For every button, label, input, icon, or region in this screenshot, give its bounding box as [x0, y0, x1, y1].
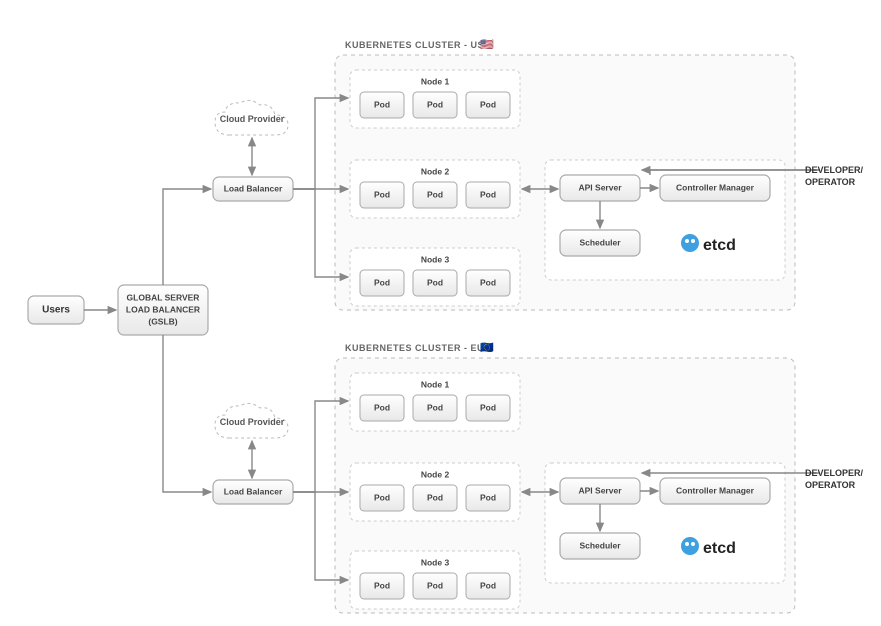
- controller-manager-us-label: Controller Manager: [676, 182, 755, 192]
- svg-text:Pod: Pod: [427, 189, 443, 199]
- svg-text:Pod: Pod: [427, 277, 443, 287]
- node-1-us-label: Node 1: [421, 76, 450, 86]
- cluster-eu: KUBERNETES CLUSTER - EU 🇪🇺 Cloud Provide…: [163, 335, 864, 613]
- node-1-eu: Node 1 Pod Pod Pod: [350, 373, 520, 431]
- flag-us-icon: 🇺🇸: [480, 38, 494, 51]
- gslb-line3: (GSLB): [148, 316, 177, 326]
- gslb-line1: GLOBAL SERVER: [127, 292, 200, 302]
- svg-text:etcd: etcd: [703, 540, 736, 557]
- dev-op-us-1: DEVELOPER/: [805, 165, 864, 175]
- load-balancer-eu-label: Load Balancer: [224, 486, 283, 496]
- svg-text:Pod: Pod: [480, 492, 496, 502]
- svg-text:Pod: Pod: [374, 580, 390, 590]
- arrow-gslb-lb-us: [163, 189, 211, 285]
- dev-op-eu-2: OPERATOR: [805, 480, 856, 490]
- gslb-line2: LOAD BALANCER: [126, 304, 200, 314]
- node-1-eu-label: Node 1: [421, 379, 450, 389]
- cluster-us-title: KUBERNETES CLUSTER - US: [345, 40, 484, 50]
- svg-text:Pod: Pod: [427, 99, 443, 109]
- svg-text:Pod: Pod: [374, 277, 390, 287]
- arrow-gslb-lb-eu: [163, 335, 211, 492]
- node-3-us: Node 3 Pod Pod Pod: [350, 248, 520, 306]
- dev-op-eu-1: DEVELOPER/: [805, 468, 864, 478]
- etcd-eu: etcd: [681, 537, 736, 557]
- api-server-eu-label: API Server: [579, 485, 623, 495]
- svg-text:Pod: Pod: [480, 402, 496, 412]
- svg-text:Pod: Pod: [427, 492, 443, 502]
- svg-text:Pod: Pod: [427, 580, 443, 590]
- flag-eu-icon: 🇪🇺: [480, 341, 494, 354]
- cloud-provider-us: Cloud Provider: [220, 114, 285, 124]
- node-1-us: Node 1 Pod Pod Pod: [350, 70, 520, 128]
- cloud-provider-eu: Cloud Provider: [220, 417, 285, 427]
- scheduler-us-label: Scheduler: [579, 237, 621, 247]
- svg-text:Pod: Pod: [480, 277, 496, 287]
- load-balancer-us-label: Load Balancer: [224, 183, 283, 193]
- svg-text:Pod: Pod: [374, 189, 390, 199]
- node-3-eu: Node 3 Pod Pod Pod: [350, 551, 520, 609]
- svg-text:etcd: etcd: [703, 237, 736, 254]
- node-3-eu-label: Node 3: [421, 557, 450, 567]
- cluster-us: KUBERNETES CLUSTER - US 🇺🇸 Cloud Provide…: [163, 38, 864, 310]
- cluster-eu-title: KUBERNETES CLUSTER - EU: [345, 343, 484, 353]
- node-2-us-label: Node 2: [421, 166, 450, 176]
- node-3-us-label: Node 3: [421, 254, 450, 264]
- scheduler-eu-label: Scheduler: [579, 540, 621, 550]
- node-2-us: Node 2 Pod Pod Pod: [350, 160, 520, 218]
- etcd-us: etcd: [681, 234, 736, 254]
- svg-text:Pod: Pod: [427, 402, 443, 412]
- dev-op-us-2: OPERATOR: [805, 177, 856, 187]
- svg-text:Pod: Pod: [374, 99, 390, 109]
- node-2-eu-label: Node 2: [421, 469, 450, 479]
- node-2-eu: Node 2 Pod Pod Pod: [350, 463, 520, 521]
- svg-text:Pod: Pod: [374, 402, 390, 412]
- controller-manager-eu-label: Controller Manager: [676, 485, 755, 495]
- api-server-us-label: API Server: [579, 182, 623, 192]
- svg-text:Pod: Pod: [480, 189, 496, 199]
- svg-text:Pod: Pod: [480, 99, 496, 109]
- svg-text:Pod: Pod: [480, 580, 496, 590]
- svg-text:Pod: Pod: [374, 492, 390, 502]
- users-label: Users: [42, 305, 70, 316]
